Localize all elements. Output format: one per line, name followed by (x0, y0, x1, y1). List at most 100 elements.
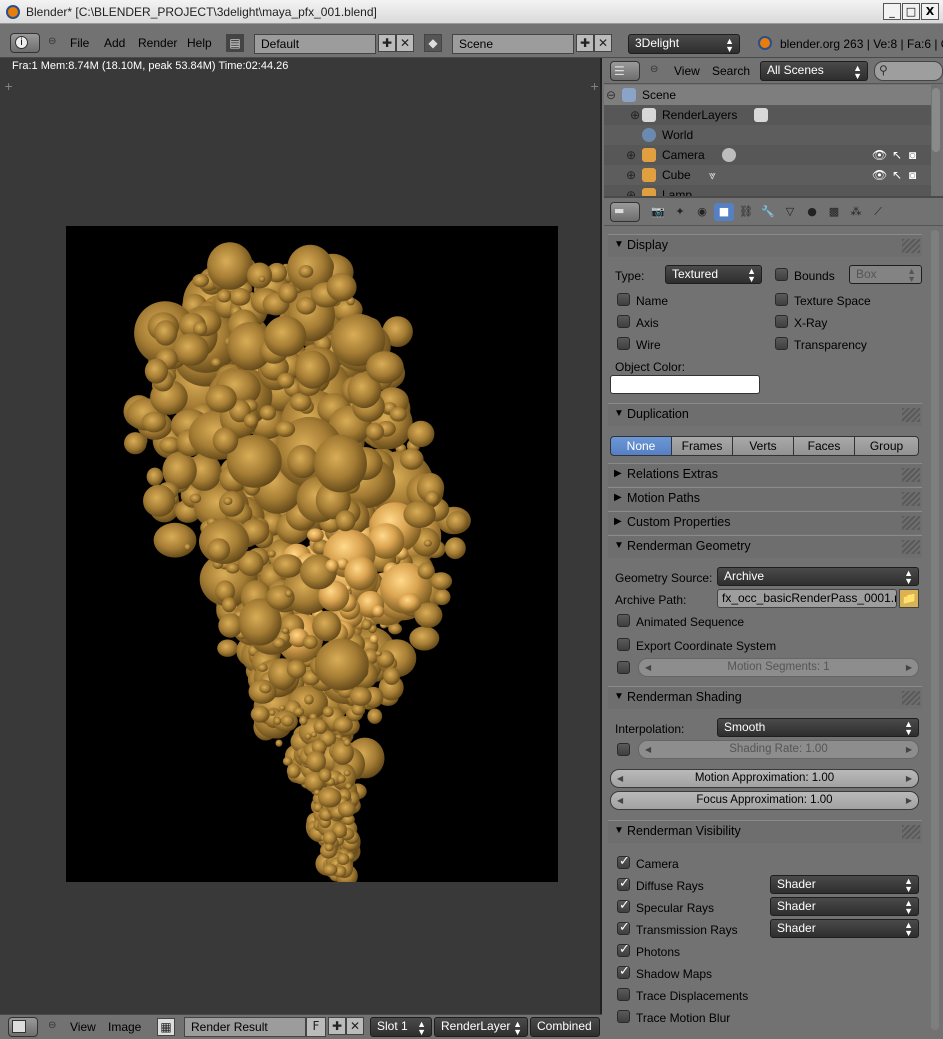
menu-image[interactable]: Image (108, 1020, 141, 1034)
texture-space-checkbox[interactable] (775, 293, 788, 306)
unlink-image-icon[interactable]: ✕ (346, 1017, 364, 1035)
transparency-checkbox[interactable] (775, 337, 788, 350)
motion-segments-slider[interactable]: ◀ Motion Segments: 1 ▶ (638, 658, 919, 677)
shading-rate-slider[interactable]: ◀ Shading Rate: 1.00 ▶ (638, 740, 919, 759)
collapse-menu-icon[interactable]: ⊖ (48, 36, 56, 47)
bounds-checkbox[interactable] (775, 268, 788, 281)
render-engine-dropdown[interactable]: 3Delight ▲ ▼ (628, 34, 740, 54)
add-screen-icon[interactable]: ✚ (378, 34, 396, 52)
renderman-shading-header[interactable]: ▼ Renderman Shading (608, 687, 922, 709)
image-editor-viewport[interactable]: Fra:1 Mem:8.74M (18.10M, peak 53.84M) Ti… (0, 58, 602, 1014)
visibility-eye-icon[interactable]: 👁 (872, 148, 887, 162)
display-mode-dropdown[interactable]: All Scenes ▲ ▼ (760, 61, 868, 81)
object-color-field[interactable] (610, 375, 760, 394)
material-tab-icon[interactable]: ● (802, 203, 822, 221)
tree-item-lamp[interactable]: ⊕ Lamp (604, 185, 931, 196)
modifiers-tab-icon[interactable]: 🔧 (758, 203, 778, 221)
particles-tab-icon[interactable]: ⁂ (846, 203, 866, 221)
object-tab-icon[interactable]: ■ (714, 203, 734, 221)
export-coordinate-checkbox[interactable] (617, 638, 630, 651)
renderman-geometry-header[interactable]: ▼ Renderman Geometry (608, 536, 922, 558)
menu-view[interactable]: View (674, 64, 700, 78)
display-type-dropdown[interactable]: Textured ▲ ▼ (665, 265, 762, 284)
geometry-source-dropdown[interactable]: Archive ▲ ▼ (717, 567, 919, 586)
tree-item-cube[interactable]: ⊕ Cube ⩔ 👁 ↖ ◙ (604, 165, 931, 185)
image-name-field[interactable]: Render Result (184, 1017, 306, 1037)
tree-item-scene[interactable]: ⊖ Scene (604, 85, 931, 105)
world-tab-icon[interactable]: ◉ (692, 203, 712, 221)
display-panel-header[interactable]: ▼ Display (608, 235, 922, 257)
collapse-menu-icon[interactable]: ⊖ (48, 1020, 56, 1031)
shading-rate-checkbox[interactable] (617, 743, 630, 756)
motion-approximation-slider[interactable]: ◀ Motion Approximation: 1.00 ▶ (610, 769, 919, 788)
render-camera-icon[interactable]: ◙ (909, 168, 916, 182)
wire-checkbox[interactable] (617, 337, 630, 350)
tree-item-world[interactable]: World (604, 125, 931, 145)
diffuse-rays-checkbox[interactable] (617, 876, 630, 891)
focus-approximation-slider[interactable]: ◀ Focus Approximation: 1.00 ▶ (610, 791, 919, 810)
duplication-verts[interactable]: Verts (732, 436, 794, 456)
editor-type-button[interactable]: i (10, 33, 40, 53)
image-browse-icon[interactable]: ▦ (157, 1018, 175, 1036)
data-tab-icon[interactable]: ▽ (780, 203, 800, 221)
diffuse-rays-dropdown[interactable]: Shader ▲ ▼ (770, 875, 919, 894)
bounds-type-dropdown[interactable]: Box ▲ ▼ (849, 265, 922, 284)
trace-displacements-checkbox[interactable] (617, 988, 630, 1001)
archive-path-input[interactable]: fx_occ_basicRenderPass_0001.rib (717, 589, 897, 608)
corner-plus-icon[interactable]: + (590, 80, 599, 93)
add-scene-icon[interactable]: ✚ (576, 34, 594, 52)
transmission-rays-checkbox[interactable] (617, 920, 630, 935)
corner-plus-icon[interactable]: + (4, 80, 13, 93)
visibility-eye-icon[interactable]: 👁 (872, 168, 887, 182)
outliner-tree[interactable]: ⊖ Scene ⊕ RenderLayers World ⊕ Camera 👁 … (604, 85, 931, 196)
scene-icon[interactable]: ◆ (424, 34, 442, 52)
render-camera-icon[interactable]: ◙ (909, 148, 916, 162)
relations-extras-panel[interactable]: ▶ Relations Extras (608, 463, 922, 486)
select-arrow-icon[interactable]: ↖ (892, 168, 902, 182)
editor-type-button[interactable]: ▬ (610, 202, 640, 222)
menu-file[interactable]: File (70, 36, 89, 50)
delete-scene-icon[interactable]: ✕ (594, 34, 612, 52)
duplication-none[interactable]: None (610, 436, 672, 456)
tree-item-camera[interactable]: ⊕ Camera 👁 ↖ ◙ (604, 145, 931, 165)
scene-tab-icon[interactable]: ✦ (670, 203, 690, 221)
screen-layout-icon[interactable]: ▤ (226, 34, 244, 52)
duplication-group[interactable]: Group (854, 436, 919, 456)
render-tab-icon[interactable]: 📷 (648, 203, 668, 221)
render-layer-dropdown[interactable]: RenderLayer ▲ ▼ (434, 1017, 528, 1037)
minimize-button[interactable]: _ (883, 3, 901, 20)
render-pass-dropdown[interactable]: Combined (530, 1017, 600, 1037)
collapse-menu-icon[interactable]: ⊖ (650, 64, 658, 75)
transmission-rays-dropdown[interactable]: Shader ▲ ▼ (770, 919, 919, 938)
outliner-search-input[interactable]: ⚲ (874, 61, 943, 81)
menu-render[interactable]: Render (138, 36, 177, 50)
close-button[interactable]: X (921, 3, 939, 20)
folder-icon[interactable]: 📁 (899, 589, 919, 608)
name-checkbox[interactable] (617, 293, 630, 306)
shadow-maps-checkbox[interactable] (617, 964, 630, 979)
texture-tab-icon[interactable]: ▩ (824, 203, 844, 221)
fake-user-button[interactable]: F (306, 1017, 326, 1037)
editor-type-button[interactable]: ☰ (610, 61, 640, 81)
menu-search[interactable]: Search (712, 64, 750, 78)
properties-scrollbar[interactable] (931, 230, 939, 1030)
custom-properties-panel[interactable]: ▶ Custom Properties (608, 511, 922, 534)
interpolation-dropdown[interactable]: Smooth ▲ ▼ (717, 718, 919, 737)
renderman-visibility-header[interactable]: ▼ Renderman Visibility (608, 821, 922, 843)
duplication-panel-header[interactable]: ▼ Duplication (608, 404, 922, 426)
tree-item-renderlayers[interactable]: ⊕ RenderLayers (604, 105, 931, 125)
constraints-tab-icon[interactable]: ⛓ (736, 203, 756, 221)
animated-sequence-checkbox[interactable] (617, 614, 630, 627)
scene-field[interactable]: Scene (452, 34, 574, 54)
motion-paths-panel[interactable]: ▶ Motion Paths (608, 487, 922, 510)
outliner-scrollbar[interactable] (932, 88, 940, 152)
delete-screen-icon[interactable]: ✕ (396, 34, 414, 52)
select-arrow-icon[interactable]: ↖ (892, 148, 902, 162)
editor-type-button[interactable] (8, 1017, 38, 1037)
screen-layout-field[interactable]: Default (254, 34, 376, 54)
menu-view[interactable]: View (70, 1020, 96, 1034)
camera-visibility-checkbox[interactable] (617, 854, 630, 869)
xray-checkbox[interactable] (775, 315, 788, 328)
new-image-icon[interactable]: ✚ (328, 1017, 346, 1035)
physics-tab-icon[interactable]: ⟋ (868, 203, 888, 221)
